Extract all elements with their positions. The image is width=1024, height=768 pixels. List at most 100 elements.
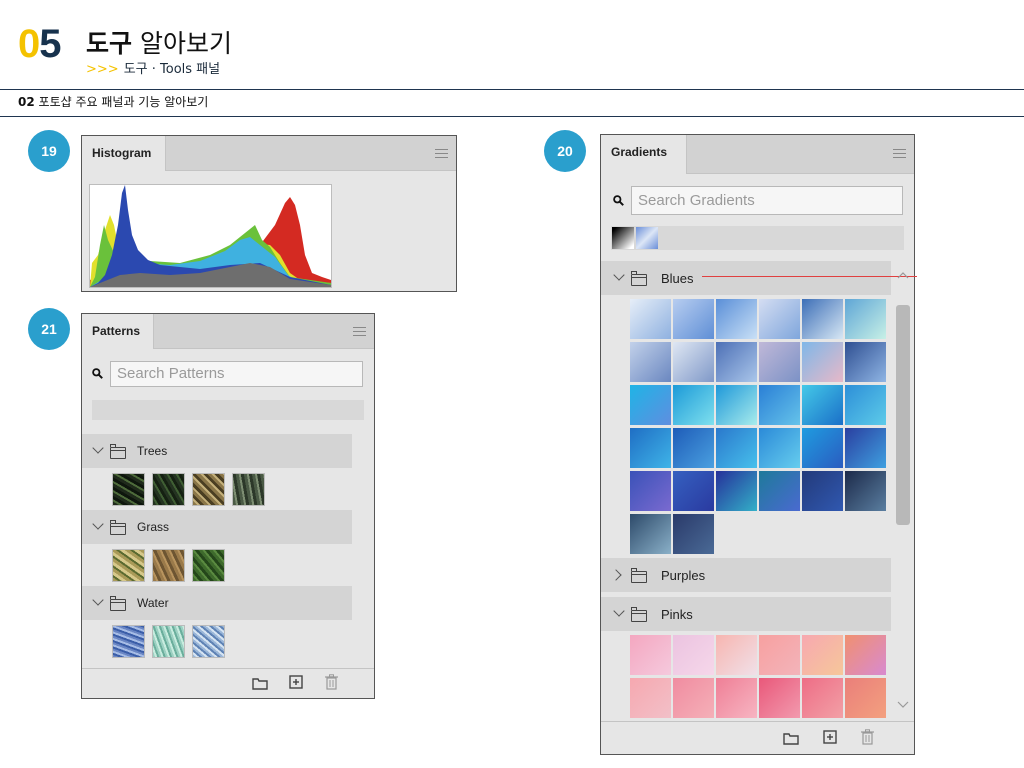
pattern-swatch[interactable] — [152, 549, 185, 582]
gradient-swatch[interactable] — [759, 385, 800, 425]
gradient-swatch[interactable] — [716, 678, 757, 718]
folder-icon — [110, 444, 126, 459]
chapter-title-bold: 도구 — [86, 29, 133, 58]
gradient-swatch[interactable] — [845, 428, 886, 468]
chevron-down-icon[interactable] — [92, 594, 104, 606]
recent-gradient-black-white[interactable] — [612, 227, 634, 249]
gradient-swatch[interactable] — [716, 385, 757, 425]
gradient-swatch[interactable] — [673, 514, 714, 554]
gradient-swatch[interactable] — [716, 428, 757, 468]
group-grass[interactable]: Grass — [82, 510, 352, 544]
chevron-down-icon[interactable] — [92, 442, 104, 454]
gradient-swatch[interactable] — [802, 428, 843, 468]
search-patterns-input[interactable]: Search Patterns — [110, 361, 363, 387]
gradient-swatch[interactable] — [630, 299, 671, 339]
scroll-up-icon[interactable] — [897, 271, 909, 279]
gradient-swatch[interactable] — [630, 342, 671, 382]
gradient-swatch[interactable] — [673, 635, 714, 675]
gradient-swatch[interactable] — [845, 385, 886, 425]
section-text: 포토샵 주요 패널과 기능 알아보기 — [38, 95, 209, 109]
gradient-swatch[interactable] — [716, 471, 757, 511]
gradient-swatch[interactable] — [716, 342, 757, 382]
gradient-swatch[interactable] — [759, 299, 800, 339]
pattern-swatch[interactable] — [112, 473, 145, 506]
gradient-swatch[interactable] — [802, 342, 843, 382]
pattern-swatch[interactable] — [192, 473, 225, 506]
gradient-swatch[interactable] — [716, 635, 757, 675]
group-purples[interactable]: Purples — [601, 558, 891, 592]
chapter-subtitle: >>> 도구 · Tools 패널 — [86, 62, 220, 78]
new-group-icon[interactable] — [252, 676, 268, 690]
gradient-swatch[interactable] — [673, 299, 714, 339]
chevron-down-icon[interactable] — [613, 269, 625, 281]
gradient-swatch[interactable] — [845, 299, 886, 339]
pattern-swatch[interactable] — [112, 625, 145, 658]
gradient-swatch[interactable] — [759, 428, 800, 468]
gradient-swatch[interactable] — [759, 471, 800, 511]
gradient-swatch[interactable] — [630, 678, 671, 718]
tab-gradients[interactable]: Gradients — [601, 135, 687, 174]
folder-icon — [631, 271, 647, 286]
gradient-swatch[interactable] — [845, 635, 886, 675]
gradient-swatch[interactable] — [673, 342, 714, 382]
pattern-swatch[interactable] — [152, 473, 185, 506]
group-pinks[interactable]: Pinks — [601, 597, 891, 631]
pattern-swatch[interactable] — [152, 625, 185, 658]
gradient-swatch[interactable] — [802, 678, 843, 718]
gradient-swatch[interactable] — [845, 471, 886, 511]
gradient-swatch[interactable] — [802, 635, 843, 675]
gradient-swatch[interactable] — [845, 678, 886, 718]
pattern-swatch[interactable] — [232, 473, 265, 506]
group-blues[interactable]: Blues — [601, 261, 891, 295]
scrollbar-thumb[interactable] — [896, 305, 910, 525]
gradient-swatch[interactable] — [630, 428, 671, 468]
gradient-swatch[interactable] — [759, 342, 800, 382]
gradient-swatch[interactable] — [630, 385, 671, 425]
scrollbar[interactable] — [894, 261, 912, 721]
gradient-swatch[interactable] — [673, 678, 714, 718]
histogram-panel: Histogram — [81, 135, 457, 292]
pattern-swatch[interactable] — [192, 549, 225, 582]
panel-menu-icon[interactable] — [893, 149, 906, 158]
chevron-down-icon[interactable] — [92, 518, 104, 530]
gradient-swatch[interactable] — [716, 299, 757, 339]
delete-icon[interactable] — [861, 729, 874, 745]
gradient-swatch[interactable] — [802, 299, 843, 339]
group-trees[interactable]: Trees — [82, 434, 352, 468]
panel-menu-icon[interactable] — [353, 327, 366, 336]
gradient-swatch[interactable] — [802, 471, 843, 511]
histogram-graph — [89, 184, 332, 288]
gradient-swatch[interactable] — [630, 514, 671, 554]
tab-histogram[interactable]: Histogram — [82, 136, 166, 171]
gradient-swatch[interactable] — [630, 635, 671, 675]
gradient-swatch[interactable] — [673, 428, 714, 468]
histogram-chart — [90, 185, 331, 287]
pattern-swatch[interactable] — [192, 625, 225, 658]
chevron-right-icon[interactable] — [610, 569, 622, 581]
new-pattern-icon[interactable] — [289, 675, 303, 689]
pattern-swatch[interactable] — [112, 549, 145, 582]
folder-icon — [631, 607, 647, 622]
group-water[interactable]: Water — [82, 586, 352, 620]
tab-patterns[interactable]: Patterns — [82, 314, 154, 349]
new-gradient-icon[interactable] — [823, 730, 837, 744]
gradient-swatch[interactable] — [630, 471, 671, 511]
chevron-down-icon[interactable] — [613, 605, 625, 617]
scroll-down-icon[interactable] — [897, 701, 909, 709]
group-name: Pinks — [661, 607, 693, 622]
gradient-swatch[interactable] — [845, 342, 886, 382]
gradient-swatch[interactable] — [673, 385, 714, 425]
search-gradients-input[interactable]: Search Gradients — [631, 186, 903, 215]
gradient-swatch[interactable] — [802, 385, 843, 425]
recent-gradient-blue[interactable] — [636, 227, 658, 249]
panel-menu-icon[interactable] — [435, 149, 448, 158]
delete-icon[interactable] — [325, 674, 338, 690]
gradient-swatch[interactable] — [673, 471, 714, 511]
folder-icon — [631, 568, 647, 583]
new-group-icon[interactable] — [783, 731, 799, 745]
gradient-swatch[interactable] — [759, 635, 800, 675]
gradient-swatch[interactable] — [759, 678, 800, 718]
search-icon — [613, 195, 624, 206]
section-heading: 02 포토샵 주요 패널과 기능 알아보기 — [18, 94, 208, 110]
patterns-footer — [82, 668, 374, 698]
